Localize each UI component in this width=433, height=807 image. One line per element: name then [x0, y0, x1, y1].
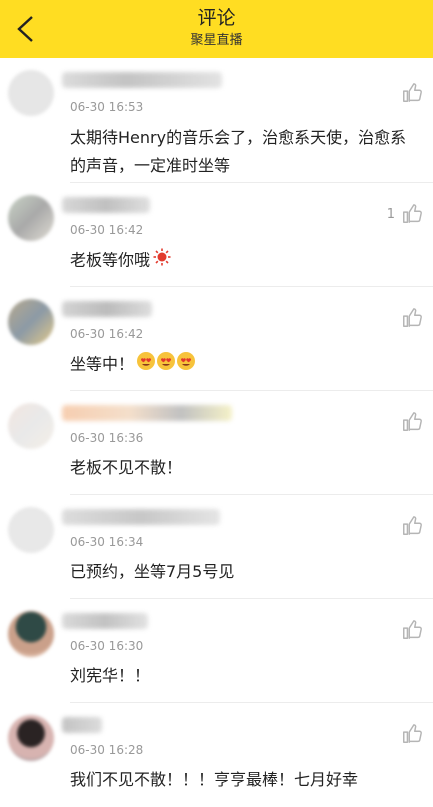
comment-item: 06-30 16:36 老板不见不散！: [0, 391, 433, 495]
username[interactable]: [62, 509, 220, 525]
thumbs-up-icon: [403, 620, 422, 639]
comment-time: 06-30 16:30: [70, 639, 144, 653]
comment-list: 06-30 16:53 太期待Henry的音乐会了，治愈系天使，治愈系的声音，一…: [0, 58, 433, 807]
avatar[interactable]: [8, 403, 54, 449]
comment-time: 06-30 16:36: [70, 431, 144, 445]
like-button[interactable]: [401, 515, 423, 537]
comment-text: 我们不见不散！！！亨亨最棒！七月好幸: [70, 770, 359, 789]
thumbs-up-icon: [403, 204, 422, 223]
comment-text: 老板不见不散！: [70, 458, 183, 477]
username[interactable]: [62, 405, 232, 421]
like-button[interactable]: [401, 723, 423, 745]
avatar[interactable]: [8, 507, 54, 553]
like-button[interactable]: [401, 619, 423, 641]
thumbs-up-icon: [403, 83, 422, 102]
comment-time: 06-30 16:28: [70, 743, 144, 757]
comment-item: 06-30 16:28 我们不见不散！！！亨亨最棒！七月好幸: [0, 703, 433, 807]
page-subtitle: 聚星直播: [190, 33, 243, 48]
like-button[interactable]: 1: [387, 203, 423, 225]
username[interactable]: [62, 197, 150, 213]
comment-text: 坐等中！: [70, 351, 419, 379]
comment-text: 已预约，坐等7月5号见: [70, 562, 235, 581]
comment-time: 06-30 16:42: [70, 327, 144, 341]
username[interactable]: [62, 301, 152, 317]
heart-eyes-emoji-icon: [136, 351, 196, 379]
comment-text: 太期待Henry的音乐会了，治愈系天使，治愈系的声音，一定准时坐等: [70, 128, 407, 175]
username[interactable]: [62, 613, 148, 629]
thumbs-up-icon: [403, 412, 422, 431]
like-button[interactable]: [401, 411, 423, 433]
comment-text: 刘宪华！！: [70, 666, 151, 685]
comment-text: 老板等你哦: [70, 247, 419, 275]
comment-item: 06-30 16:42 坐等中！: [0, 287, 433, 391]
page-title: 评论: [197, 7, 236, 29]
thumbs-up-icon: [403, 308, 422, 327]
comment-item: 06-30 16:42 老板等你哦 1: [0, 183, 433, 287]
thumbs-up-icon: [403, 516, 422, 535]
like-button[interactable]: [401, 82, 423, 104]
avatar[interactable]: [8, 195, 54, 241]
comment-time: 06-30 16:42: [70, 223, 144, 237]
username[interactable]: [62, 72, 222, 88]
comment-item: 06-30 16:53 太期待Henry的音乐会了，治愈系天使，治愈系的声音，一…: [0, 58, 433, 183]
comment-text-value: 坐等中！: [70, 354, 135, 374]
comment-item: 06-30 16:30 刘宪华！！: [0, 599, 433, 703]
avatar[interactable]: [8, 299, 54, 345]
sun-emoji-icon: [152, 247, 172, 275]
comment-time: 06-30 16:53: [70, 100, 144, 114]
thumbs-up-icon: [403, 724, 422, 743]
like-count: 1: [386, 206, 395, 222]
comment-text-value: 老板等你哦: [70, 250, 151, 270]
like-button[interactable]: [401, 307, 423, 329]
avatar[interactable]: [8, 715, 54, 761]
comment-item: 06-30 16:34 已预约，坐等7月5号见: [0, 495, 433, 599]
avatar[interactable]: [8, 611, 54, 657]
username[interactable]: [62, 717, 102, 733]
top-bar: 评论 聚星直播: [0, 0, 433, 58]
comment-time: 06-30 16:34: [70, 535, 144, 549]
avatar[interactable]: [8, 70, 54, 116]
